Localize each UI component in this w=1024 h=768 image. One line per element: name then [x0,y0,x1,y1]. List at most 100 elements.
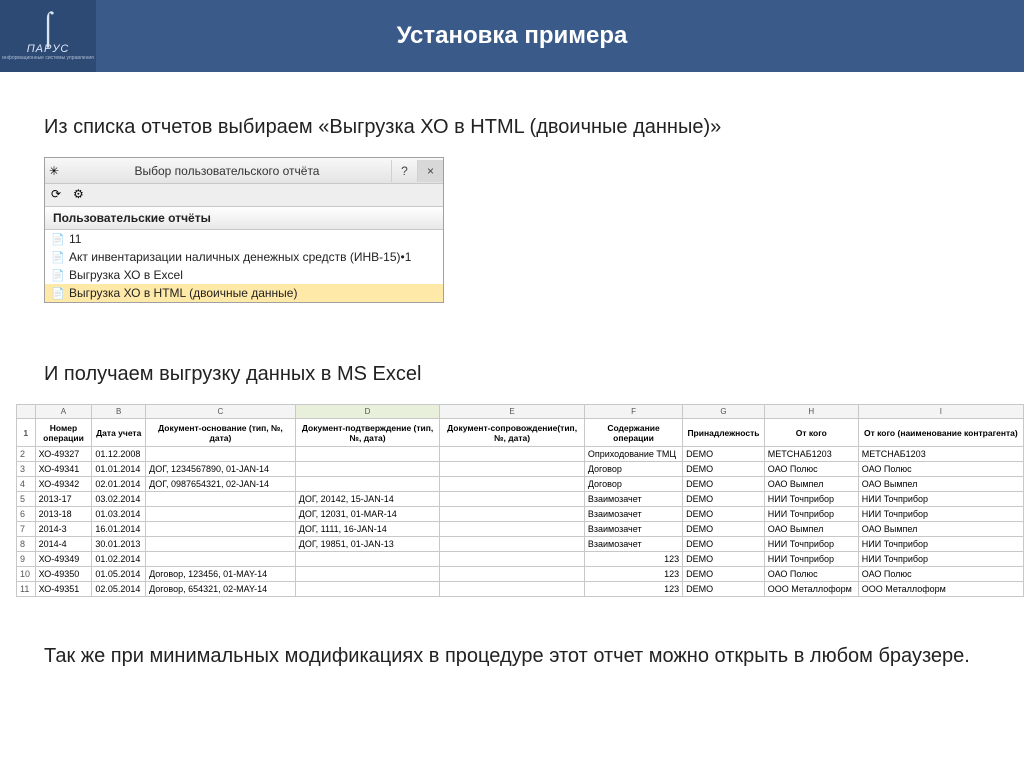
excel-cell[interactable]: 16.01.2014 [92,522,146,537]
excel-cell[interactable]: ДОГ, 1111, 16-JAN-14 [295,522,440,537]
excel-cell[interactable]: DEMO [683,522,765,537]
excel-cell[interactable]: 02.05.2014 [92,582,146,597]
excel-cell[interactable]: DEMO [683,492,765,507]
excel-cell[interactable]: 01.03.2014 [92,507,146,522]
excel-row-number[interactable]: 2 [17,447,36,462]
excel-row-number[interactable]: 10 [17,567,36,582]
excel-cell[interactable] [440,492,585,507]
excel-cell[interactable] [440,582,585,597]
excel-cell[interactable]: 01.01.2014 [92,462,146,477]
report-list-item[interactable]: 📄Выгрузка ХО в HTML (двоичные данные) [45,284,443,302]
excel-cell[interactable]: ОАО Вымпел [858,477,1023,492]
excel-column-letter[interactable]: I [858,405,1023,419]
excel-cell[interactable]: НИИ Точприбор [764,537,858,552]
excel-row-number[interactable]: 7 [17,522,36,537]
excel-cell[interactable]: DEMO [683,567,765,582]
excel-cell[interactable] [440,522,585,537]
excel-cell[interactable]: 2013-18 [35,507,92,522]
excel-cell[interactable]: Договор [584,477,682,492]
excel-cell[interactable]: ДОГ, 19851, 01-JAN-13 [295,537,440,552]
excel-cell[interactable]: НИИ Точприбор [858,507,1023,522]
excel-cell[interactable]: 123 [584,552,682,567]
excel-cell[interactable]: ХО-49349 [35,552,92,567]
excel-cell[interactable]: НИИ Точприбор [858,537,1023,552]
excel-cell[interactable] [295,552,440,567]
excel-cell[interactable]: ДОГ, 0987654321, 02-JAN-14 [146,477,296,492]
excel-cell[interactable]: 30.01.2013 [92,537,146,552]
excel-cell[interactable] [440,477,585,492]
excel-cell[interactable]: Взаимозачет [584,522,682,537]
excel-cell[interactable]: ХО-49341 [35,462,92,477]
excel-cell[interactable]: 02.01.2014 [92,477,146,492]
toolbar-settings-icon[interactable]: ⚙ [73,187,89,203]
excel-cell[interactable]: DEMO [683,477,765,492]
excel-cell[interactable] [295,462,440,477]
excel-cell[interactable]: Договор [584,462,682,477]
excel-column-letter[interactable]: C [146,405,296,419]
excel-cell[interactable]: 01.12.2008 [92,447,146,462]
excel-cell[interactable] [440,507,585,522]
excel-cell[interactable]: МЕТСНАБ1203 [764,447,858,462]
excel-row-number[interactable]: 9 [17,552,36,567]
excel-cell[interactable]: 01.05.2014 [92,567,146,582]
excel-cell[interactable]: НИИ Точприбор [764,507,858,522]
excel-cell[interactable]: 2013-17 [35,492,92,507]
excel-cell[interactable]: Взаимозачет [584,537,682,552]
excel-cell[interactable] [295,582,440,597]
excel-row-number[interactable]: 8 [17,537,36,552]
toolbar-refresh-icon[interactable]: ⟳ [51,187,67,203]
excel-cell[interactable]: МЕТСНАБ1203 [858,447,1023,462]
excel-cell[interactable]: Договор, 123456, 01-MAY-14 [146,567,296,582]
excel-cell[interactable]: 123 [584,567,682,582]
excel-cell[interactable] [146,522,296,537]
excel-column-letter[interactable] [17,405,36,419]
excel-cell[interactable]: ООО Металлоформ [764,582,858,597]
excel-cell[interactable]: 2014-4 [35,537,92,552]
excel-cell[interactable]: DEMO [683,507,765,522]
excel-column-letter[interactable]: A [35,405,92,419]
excel-cell[interactable] [440,567,585,582]
excel-cell[interactable] [440,552,585,567]
excel-row-number[interactable]: 6 [17,507,36,522]
excel-cell[interactable]: ОАО Вымпел [764,522,858,537]
excel-cell[interactable]: ХО-49342 [35,477,92,492]
excel-cell[interactable]: ООО Металлоформ [858,582,1023,597]
excel-cell[interactable]: DEMO [683,447,765,462]
report-list-item[interactable]: 📄Акт инвентаризации наличных денежных ср… [45,248,443,266]
excel-cell[interactable]: НИИ Точприбор [858,552,1023,567]
excel-cell[interactable]: DEMO [683,582,765,597]
excel-cell[interactable] [295,447,440,462]
excel-cell[interactable]: 123 [584,582,682,597]
excel-row-number[interactable]: 3 [17,462,36,477]
help-button[interactable]: ? [391,160,417,182]
report-list-item[interactable]: 📄Выгрузка ХО в Excel [45,266,443,284]
excel-cell[interactable]: DEMO [683,462,765,477]
excel-cell[interactable]: DEMO [683,537,765,552]
excel-cell[interactable] [440,447,585,462]
excel-cell[interactable]: 03.02.2014 [92,492,146,507]
excel-cell[interactable]: ОАО Вымпел [858,522,1023,537]
excel-cell[interactable]: НИИ Точприбор [858,492,1023,507]
excel-cell[interactable]: ОАО Вымпел [764,477,858,492]
excel-cell[interactable] [440,462,585,477]
excel-column-letter[interactable]: G [683,405,765,419]
excel-cell[interactable]: Взаимозачет [584,507,682,522]
excel-row-number[interactable]: 1 [17,419,36,447]
excel-cell[interactable]: НИИ Точприбор [764,492,858,507]
excel-cell[interactable]: ДОГ, 1234567890, 01-JAN-14 [146,462,296,477]
excel-cell[interactable]: ХО-49351 [35,582,92,597]
excel-cell[interactable]: ОАО Полюс [764,462,858,477]
excel-cell[interactable]: Договор, 654321, 02-MAY-14 [146,582,296,597]
excel-cell[interactable] [146,537,296,552]
report-list-item[interactable]: 📄11 [45,230,443,248]
excel-cell[interactable]: НИИ Точприбор [764,552,858,567]
excel-column-letter[interactable]: B [92,405,146,419]
excel-cell[interactable]: DEMO [683,552,765,567]
excel-column-letter[interactable]: H [764,405,858,419]
excel-column-letter[interactable]: D [295,405,440,419]
excel-column-letter[interactable]: F [584,405,682,419]
excel-cell[interactable]: ХО-49327 [35,447,92,462]
excel-cell[interactable] [146,507,296,522]
excel-cell[interactable] [295,567,440,582]
excel-cell[interactable]: ОАО Полюс [764,567,858,582]
